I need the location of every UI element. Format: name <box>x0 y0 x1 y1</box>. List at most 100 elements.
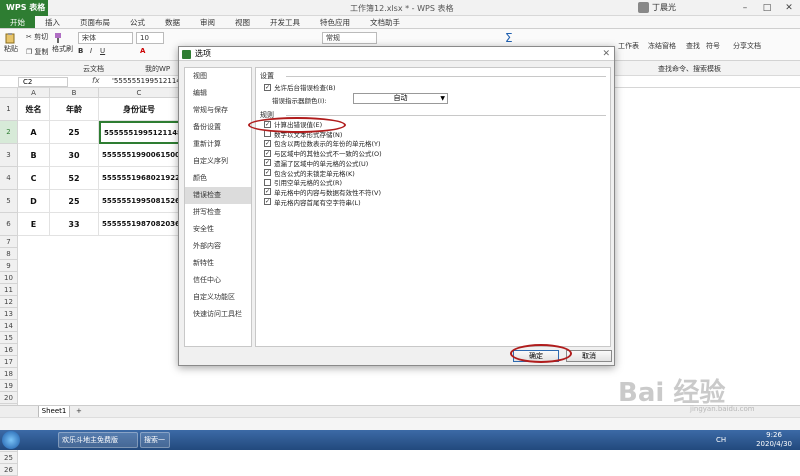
tab-home[interactable]: 开始 <box>0 16 35 28</box>
my-wps-tab[interactable]: 我的WP <box>145 64 170 74</box>
table-cell[interactable]: 555555199512114823 <box>99 121 192 144</box>
taskbar-search[interactable]: 搜索一下 <box>140 432 170 458</box>
table-cell[interactable]: 30 <box>50 144 99 167</box>
table-cell[interactable]: D <box>18 190 50 213</box>
table-cell[interactable]: B <box>18 144 50 167</box>
column-title-cell[interactable]: 姓名 <box>18 98 50 121</box>
options-nav-item[interactable]: 信任中心 <box>185 272 251 289</box>
fx-icon[interactable]: fx <box>92 76 100 85</box>
row-header[interactable]: 18 <box>0 368 18 380</box>
add-sheet-button[interactable]: + <box>76 407 82 415</box>
start-button[interactable] <box>2 431 20 449</box>
row-header[interactable]: 1 <box>0 98 18 121</box>
row-header[interactable]: 17 <box>0 356 18 368</box>
close-icon[interactable]: ✕ <box>778 0 800 16</box>
options-nav-item[interactable]: 快速访问工具栏 <box>185 306 251 323</box>
row-header[interactable]: 26 <box>0 464 18 476</box>
share-doc-button[interactable]: 分享文档 <box>733 41 761 51</box>
options-nav-item[interactable]: 视图 <box>185 68 251 85</box>
column-title-cell[interactable]: 年龄 <box>50 98 99 121</box>
freeze-panes-button[interactable]: 冻结窗格 <box>648 41 676 51</box>
options-nav-item[interactable]: 错误检查 <box>185 187 251 204</box>
maximize-icon[interactable]: □ <box>756 0 778 16</box>
rule-checkbox-row[interactable]: ✓ 单元格内容首尾有空字符串(L) <box>264 197 361 207</box>
row-header[interactable]: 16 <box>0 344 18 356</box>
checkbox[interactable]: ✓ <box>264 188 271 196</box>
font-select[interactable]: 宋体 <box>78 32 133 44</box>
table-cell[interactable]: 555555198708203612 <box>99 213 190 236</box>
rule-checkbox-row[interactable]: ✓ 遗漏了区域中的单元格的公式(U) <box>264 158 368 168</box>
checkbox[interactable]: ✓ <box>264 159 271 167</box>
row-header[interactable]: 3 <box>0 144 18 167</box>
options-nav-item[interactable]: 常规与保存 <box>185 102 251 119</box>
italic-button[interactable]: I <box>90 47 92 55</box>
app-menu-button[interactable]: WPS 表格 <box>0 0 48 16</box>
enable-bg-check[interactable]: ✓ 允许后台错误检查(B) <box>264 82 336 92</box>
row-header[interactable]: 13 <box>0 308 18 320</box>
tab-view[interactable]: 视图 <box>225 16 260 28</box>
corner-cell[interactable] <box>0 88 18 98</box>
tab-doc-assistant[interactable]: 文档助手 <box>360 16 410 28</box>
table-cell[interactable]: 25 <box>50 190 99 213</box>
checkbox[interactable]: ✓ <box>264 149 271 157</box>
bold-button[interactable]: B <box>78 47 83 55</box>
options-nav-item[interactable]: 颜色 <box>185 170 251 187</box>
cut-button[interactable]: ✂ 剪切 <box>26 32 48 42</box>
row-header[interactable]: 7 <box>0 236 18 248</box>
language-indicator[interactable]: CH <box>716 436 726 444</box>
table-cell[interactable]: 555555199006150012 <box>99 144 190 167</box>
row-header[interactable]: 4 <box>0 167 18 190</box>
rule-checkbox-row[interactable]: 引用空单元格的公式(R) <box>264 177 342 187</box>
options-nav-item[interactable]: 拼写检查 <box>185 204 251 221</box>
command-search[interactable]: 查找命令、搜索模板 <box>658 64 721 74</box>
row-header[interactable]: 2 <box>0 121 18 144</box>
options-nav-item[interactable]: 外部内容 <box>185 238 251 255</box>
row-header[interactable]: 12 <box>0 296 18 308</box>
table-cell[interactable]: 555555199508152616 <box>99 190 190 213</box>
tab-special[interactable]: 特色应用 <box>310 16 360 28</box>
tab-review[interactable]: 审阅 <box>190 16 225 28</box>
tab-formulas[interactable]: 公式 <box>120 16 155 28</box>
user-account[interactable]: 丁晨光 <box>638 2 676 13</box>
worksheet-button[interactable]: 工作表 <box>618 41 639 51</box>
paste-button[interactable]: 粘贴 <box>4 32 18 54</box>
checkbox[interactable] <box>264 178 271 186</box>
column-title-cell[interactable]: 身份证号 <box>99 98 180 121</box>
checkbox[interactable]: ✓ <box>264 139 271 147</box>
options-nav-item[interactable]: 编辑 <box>185 85 251 102</box>
underline-button[interactable]: U <box>100 47 105 55</box>
tab-page-layout[interactable]: 页面布局 <box>70 16 120 28</box>
options-nav-item[interactable]: 安全性 <box>185 221 251 238</box>
copy-button[interactable]: ❐ 复制 <box>26 47 49 57</box>
row-header[interactable]: 6 <box>0 213 18 236</box>
table-cell[interactable]: A <box>18 121 50 144</box>
row-header[interactable]: 19 <box>0 380 18 392</box>
find-button[interactable]: 查找 <box>686 41 700 51</box>
row-header[interactable]: 15 <box>0 332 18 344</box>
rule-checkbox-row[interactable]: ✓ 包含公式的未锁定单元格(K) <box>264 168 355 178</box>
column-header-b[interactable]: B <box>50 88 99 98</box>
row-header[interactable]: 5 <box>0 190 18 213</box>
tab-insert[interactable]: 插入 <box>35 16 70 28</box>
rule-checkbox-row[interactable]: ✓ 包含以两位数表示的年份的单元格(Y) <box>264 138 381 148</box>
rule-checkbox-row[interactable]: ✓ 单元格中的内容与数据有效性不符(V) <box>264 187 381 197</box>
row-header[interactable]: 14 <box>0 320 18 332</box>
checkbox[interactable]: ✓ <box>264 198 271 206</box>
table-cell[interactable]: 52 <box>50 167 99 190</box>
symbol-button[interactable]: 符号 <box>706 41 720 51</box>
column-header-c[interactable]: C <box>99 88 180 98</box>
rule-checkbox-row[interactable]: ✓ 与区域中的其他公式不一致的公式(O) <box>264 148 382 158</box>
table-cell[interactable]: C <box>18 167 50 190</box>
options-nav-item[interactable]: 自定义序列 <box>185 153 251 170</box>
row-header[interactable]: 10 <box>0 272 18 284</box>
name-box[interactable]: C2 <box>18 77 68 87</box>
column-header-a[interactable]: A <box>18 88 50 98</box>
options-nav-item[interactable]: 自定义功能区 <box>185 289 251 306</box>
dialog-close-icon[interactable]: ✕ <box>602 47 610 61</box>
table-cell[interactable]: E <box>18 213 50 236</box>
tab-data[interactable]: 数据 <box>155 16 190 28</box>
checkbox[interactable]: ✓ <box>264 83 271 91</box>
taskbar-game-item[interactable]: 欢乐斗地主免费版 <box>58 432 138 448</box>
row-header[interactable]: 20 <box>0 392 18 404</box>
options-nav-item[interactable]: 重新计算 <box>185 136 251 153</box>
